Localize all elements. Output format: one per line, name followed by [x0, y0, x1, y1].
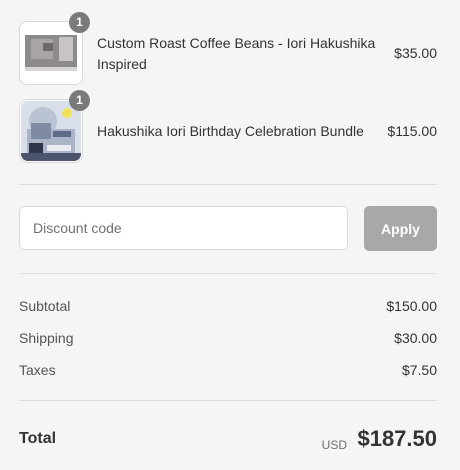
divider — [19, 400, 437, 401]
product-name: Custom Roast Coffee Beans - Iori Hakushi… — [97, 35, 376, 72]
subtotal-row: Subtotal $150.00 — [19, 298, 437, 318]
shipping-value: $30.00 — [394, 330, 437, 346]
shipping-row: Shipping $30.00 — [19, 330, 437, 350]
divider — [19, 184, 437, 185]
total-value: $187.50 — [357, 426, 437, 451]
subtotal-label: Subtotal — [19, 298, 71, 314]
taxes-row: Taxes $7.50 — [19, 362, 437, 382]
discount-code-field[interactable] — [19, 206, 348, 250]
line-item: 1 Hakushika Iori Birthday Celebration Bu… — [19, 90, 437, 163]
quantity-badge: 1 — [69, 12, 90, 33]
subtotal-value: $150.00 — [386, 298, 437, 314]
product-thumbnail: 1 — [19, 12, 90, 85]
taxes-label: Taxes — [19, 362, 56, 378]
quantity-badge: 1 — [69, 90, 90, 111]
product-price: $35.00 — [394, 45, 437, 61]
line-item: 1 Custom Roast Coffee Beans - Iori Hakus… — [19, 12, 437, 85]
total-label: Total — [19, 430, 57, 447]
product-price: $115.00 — [387, 123, 437, 139]
product-thumbnail: 1 — [19, 90, 90, 163]
taxes-value: $7.50 — [401, 362, 437, 378]
discount-code-input[interactable] — [20, 207, 347, 249]
currency-code: USD — [321, 438, 347, 452]
product-name: Hakushika Iori Birthday Celebration Bund… — [97, 123, 364, 139]
divider — [19, 273, 437, 274]
coffee-bag-image — [21, 23, 81, 83]
apply-discount-button[interactable]: Apply — [364, 206, 437, 251]
shipping-label: Shipping — [19, 330, 74, 346]
bundle-image — [21, 101, 81, 161]
